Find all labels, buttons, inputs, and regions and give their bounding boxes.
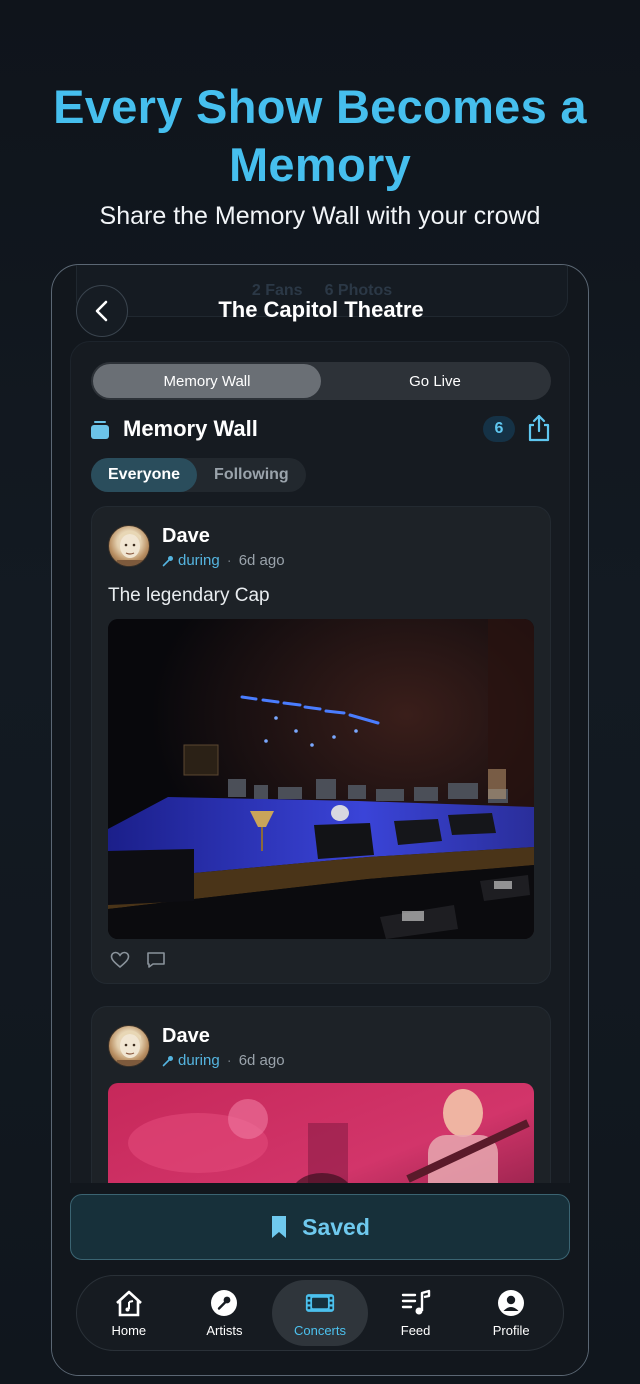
microphone-icon [162,1055,173,1066]
post-time: 6d ago [238,552,285,569]
avatar[interactable] [108,525,150,567]
comment-icon[interactable] [146,951,166,969]
post-caption: The legendary Cap [108,585,270,606]
bottom-tab-bar: Home Artists Concerts Feed Profile [76,1275,564,1351]
tab-label: Concerts [293,1322,346,1338]
microphone-icon [162,555,173,566]
post-author[interactable]: Dave [162,1025,210,1048]
meta-separator: · [226,552,232,569]
microphone-icon [209,1289,239,1317]
tab-label: Profile [492,1322,530,1338]
phone-frame: 2 Fans 6 Photos The Capitol Theatre Memo… [51,264,589,1376]
timing-tag: during [162,1052,220,1069]
post-photo[interactable] [108,619,534,939]
saved-label: Saved [302,1213,370,1240]
post-meta: during · 6d ago [162,552,285,569]
saved-button[interactable]: Saved [70,1194,570,1260]
post-author[interactable]: Dave [162,525,210,548]
memory-wall-header: Memory Wall 6 [91,414,551,444]
heart-icon[interactable] [110,951,130,969]
post-actions [110,951,166,969]
filter-everyone[interactable]: Everyone [91,458,198,492]
home-icon [114,1289,144,1317]
tab-memory-wall[interactable]: Memory Wall [93,364,321,398]
meta-separator: · [226,1052,232,1069]
tab-label: Artists [206,1322,243,1338]
stack-icon [91,419,109,439]
post-meta: during · 6d ago [162,1052,285,1069]
tab-profile[interactable]: Profile [463,1280,559,1346]
memory-post: Dave during · 6d ago The legendary Cap [91,506,551,984]
filter-following[interactable]: Following [197,458,306,492]
hero-subtitle: Share the Memory Wall with your crowd [99,202,541,230]
memory-wall-title: Memory Wall [123,416,258,441]
tab-home[interactable]: Home [81,1280,177,1346]
memory-count-badge: 6 [483,416,515,442]
timing-label: during [178,1052,220,1069]
tab-label: Feed [400,1322,431,1338]
avatar[interactable] [108,1025,150,1067]
audience-filter: Everyone Following [91,458,306,492]
tab-go-live[interactable]: Go Live [321,364,549,398]
music-list-icon [401,1289,431,1317]
tab-artists[interactable]: Artists [177,1280,273,1346]
view-segmented-control: Memory Wall Go Live [91,362,551,400]
tab-concerts[interactable]: Concerts [272,1280,368,1346]
chevron-left-icon [95,300,108,322]
hero-title: Every Show Becomes a Memory [53,80,587,191]
ticket-icon [305,1289,335,1317]
share-icon[interactable] [527,414,551,442]
page-title: The Capitol Theatre [218,297,424,322]
post-time: 6d ago [238,1052,285,1069]
person-icon [496,1289,526,1317]
tab-label: Home [111,1322,147,1338]
bookmark-icon [272,1216,287,1238]
tab-feed[interactable]: Feed [368,1280,464,1346]
timing-label: during [178,552,220,569]
timing-tag: during [162,552,220,569]
memory-wall-panel: Memory Wall Go Live Memory Wall 6 Everyo… [70,341,570,1247]
